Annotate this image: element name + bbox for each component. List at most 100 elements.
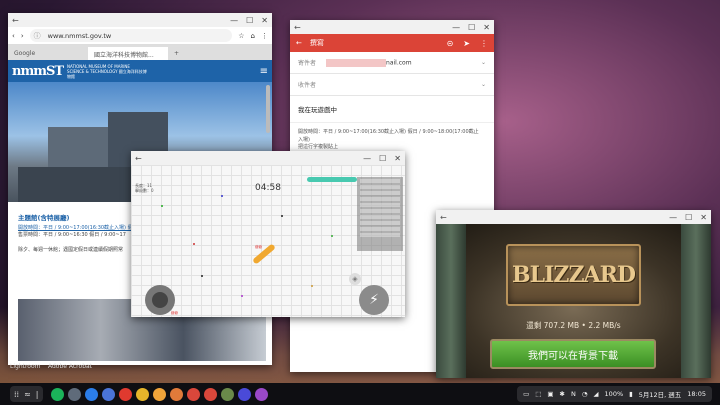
site-header: nmmST NATIONAL MUSEUM OF MARINE SCIENCE …	[8, 60, 272, 82]
wifi-icon[interactable]: ◔	[582, 390, 588, 398]
new-tab-button[interactable]: +	[168, 47, 182, 60]
minimize-icon[interactable]: —	[230, 16, 238, 25]
gmail-icon[interactable]	[186, 387, 200, 401]
redacted-email	[326, 58, 387, 67]
video-titlebar[interactable]: ← — ☐ ✕	[436, 210, 711, 224]
subject-field[interactable]: 我在玩遊戲中	[290, 96, 494, 123]
date-text: 5月12日, 週五	[638, 391, 682, 399]
maximize-icon[interactable]: ☐	[379, 154, 386, 163]
boost-icon[interactable]: ⚡	[359, 285, 389, 315]
download-status: 還剩 707.2 MB • 2.2 MB/s	[526, 321, 621, 330]
play-store-icon[interactable]	[50, 387, 64, 401]
more-icon[interactable]: ⋮	[480, 39, 488, 48]
close-icon[interactable]: ✕	[394, 154, 401, 163]
body-line: 入場)	[298, 136, 310, 143]
browser-titlebar[interactable]: ← — ☐ ✕	[8, 13, 272, 27]
minimize-icon[interactable]: —	[452, 23, 460, 32]
back-arrow-icon[interactable]: ←	[294, 23, 301, 32]
compose-title: 撰寫	[309, 39, 324, 47]
minimize-icon[interactable]: —	[363, 154, 371, 163]
taskbar: ⁞⁞ ≈ | ▭ ⬚ ▣ ✱ N ◔ ◢ 100% ▮ 5月12日, 週五 18…	[0, 383, 720, 405]
desktop-label-lightroom[interactable]: Lightroom	[10, 363, 41, 370]
video-window[interactable]: ← — ☐ ✕ BLIZZARD 還剩 707.2 MB • 2.2 MB/s …	[436, 210, 711, 378]
tab-nmmst[interactable]: 國立海洋科技博物館...	[88, 47, 168, 60]
to-field[interactable]: 收件者 ⌄	[290, 74, 494, 96]
pinned-apps	[50, 387, 268, 401]
files-icon[interactable]	[84, 387, 98, 401]
bluetooth-icon[interactable]: ✱	[560, 390, 565, 398]
menu-dots-icon[interactable]: ⋮	[261, 32, 268, 40]
back-arrow-icon[interactable]: ←	[12, 16, 19, 25]
back-arrow-icon[interactable]: ←	[135, 154, 142, 163]
from-value: nail.com	[386, 59, 412, 66]
notifications-icon[interactable]: ▭	[523, 390, 529, 398]
tab-google[interactable]: Google	[8, 47, 88, 60]
store-icon[interactable]	[254, 387, 268, 401]
time-text: 18:05	[687, 390, 706, 398]
separator: |	[35, 389, 39, 399]
maximize-icon[interactable]: ☐	[685, 213, 692, 222]
compose-back-icon[interactable]: ←	[296, 39, 302, 47]
email-titlebar[interactable]: ← — ☐ ✕	[290, 20, 494, 34]
clock-icon[interactable]	[67, 387, 81, 401]
game-titlebar[interactable]: ← — ☐ ✕	[131, 151, 405, 165]
system-tray[interactable]: ▭ ⬚ ▣ ✱ N ◔ ◢ 100% ▮ 5月12日, 週五 18:05	[517, 386, 712, 402]
joystick-control[interactable]	[145, 285, 175, 315]
close-icon[interactable]: ✕	[261, 16, 268, 25]
address-bar: ‹ › ⓘ www.nmmst.gov.tw ☆ ⌂ ⋮	[8, 27, 272, 45]
game-stats: 長度：11 擊殺數：0	[135, 183, 154, 193]
player-name-2: 爺爺	[171, 311, 178, 315]
download-button[interactable]: 我們可以在背景下載	[490, 339, 656, 369]
battery-icon: ▮	[629, 390, 633, 398]
screenshot-icon[interactable]: ⬚	[535, 390, 541, 398]
url-field[interactable]: ⓘ www.nmmst.gov.tw	[29, 29, 233, 42]
chevron-down-icon[interactable]: ⌄	[481, 59, 486, 66]
send-icon[interactable]: ➤	[463, 39, 470, 48]
attach-icon[interactable]: ⊝	[447, 39, 454, 48]
lock-icon: ⓘ	[33, 31, 41, 40]
gmail2-icon[interactable]	[203, 387, 217, 401]
youtube-icon[interactable]	[118, 387, 132, 401]
nfc-icon[interactable]: N	[571, 390, 576, 398]
from-label: 寄件者	[298, 60, 317, 67]
shield-icon[interactable]: ◈	[349, 273, 361, 285]
tasks-icon[interactable]: ≈	[24, 390, 31, 399]
to-label: 收件者	[298, 82, 317, 89]
settings-icon[interactable]	[101, 387, 115, 401]
browser-icon[interactable]	[237, 387, 251, 401]
game-canvas[interactable]: 長度：11 擊殺數：0 04:58 爺爺 爺爺 ◈ ⚡	[131, 165, 405, 317]
chrome-icon[interactable]	[135, 387, 149, 401]
gallery-icon[interactable]	[169, 387, 183, 401]
star-icon[interactable]: ☆	[238, 32, 244, 40]
back-arrow-icon[interactable]: ←	[440, 213, 447, 222]
close-icon[interactable]: ✕	[700, 213, 707, 222]
signal-icon[interactable]: ◢	[594, 390, 599, 398]
installer-screen: BLIZZARD 還剩 707.2 MB • 2.2 MB/s 我們可以在背景下…	[436, 224, 711, 378]
maximize-icon[interactable]: ☐	[246, 16, 253, 25]
chevron-down-icon[interactable]: ⌄	[481, 81, 486, 88]
blizzard-logo: BLIZZARD	[506, 244, 641, 306]
nav-back-icon[interactable]: ‹	[12, 32, 15, 40]
photos-icon[interactable]	[152, 387, 166, 401]
body-line: 開放時間：平日 / 9:00~17:00(16:30截止入場) 假日 / 9:0…	[298, 129, 479, 135]
compose-toolbar: ← 撰寫 ⊝ ➤ ⋮	[290, 34, 494, 52]
from-field[interactable]: 寄件者 nail.com ⌄	[290, 52, 494, 74]
site-logo[interactable]: nmmST	[12, 64, 64, 79]
tab-strip: Google 國立海洋科技博物館... +	[8, 45, 272, 60]
minimize-icon[interactable]: —	[669, 213, 677, 222]
launcher-group: ⁞⁞ ≈ |	[10, 386, 43, 402]
player-name: 爺爺	[255, 245, 262, 249]
enemy-snake	[307, 177, 357, 182]
game-window[interactable]: ← — ☐ ✕ 長度：11 擊殺數：0 04:58 爺爺 爺爺 ◈ ⚡	[131, 151, 405, 317]
game-icon[interactable]	[220, 387, 234, 401]
desktop-label-acrobat[interactable]: Adobe Acrobat	[48, 363, 92, 370]
home-icon[interactable]: ⌂	[251, 32, 255, 40]
hamburger-menu-icon[interactable]: ≡	[260, 66, 268, 77]
nav-forward-icon[interactable]: ›	[21, 32, 24, 40]
maximize-icon[interactable]: ☐	[468, 23, 475, 32]
close-icon[interactable]: ✕	[483, 23, 490, 32]
page-scrollbar[interactable]	[266, 85, 270, 133]
image-icon[interactable]: ▣	[547, 390, 553, 398]
battery-level: 100%	[604, 390, 624, 398]
app-launcher-icon[interactable]: ⁞⁞	[14, 390, 19, 399]
